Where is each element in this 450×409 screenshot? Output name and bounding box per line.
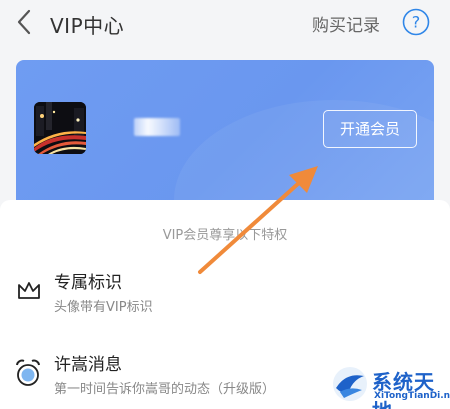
watermark-logo-icon <box>333 367 367 401</box>
privilege-title: 专属标识 <box>54 273 122 293</box>
watermark-url: XiTongTianDi.net <box>374 391 450 401</box>
top-nav-bar: VIP中心 购买记录 ? <box>0 0 450 46</box>
page-title: VIP中心 <box>50 14 125 38</box>
watermark-name: 系统天地 <box>372 370 435 409</box>
site-watermark: 系统天地 XiTongTianDi.net <box>328 360 450 409</box>
username-redacted <box>134 118 180 136</box>
avatar[interactable] <box>34 102 86 154</box>
avatar-night-city-image <box>34 102 86 154</box>
privileges-heading: VIP会员尊享以下特权 <box>162 228 288 243</box>
privilege-description: 头像带有VIP标识 <box>54 300 153 315</box>
purchase-records-link[interactable]: 购买记录 <box>312 11 380 36</box>
open-membership-button[interactable]: 开通会员 <box>323 110 417 148</box>
privilege-description: 第一时间告诉你嵩哥的动态（升级版） <box>54 382 276 397</box>
help-icon[interactable]: ? <box>402 8 430 36</box>
back-arrow-icon[interactable] <box>14 8 34 36</box>
privilege-title: 许嵩消息 <box>54 355 122 375</box>
vip-membership-card: 开通会员 <box>16 60 434 210</box>
alarm-clock-icon <box>16 359 40 386</box>
help-question-mark: ? <box>412 13 421 32</box>
privilege-item-badge[interactable]: 专属标识 头像带有VIP标识 <box>0 262 450 322</box>
crown-icon <box>18 282 40 299</box>
